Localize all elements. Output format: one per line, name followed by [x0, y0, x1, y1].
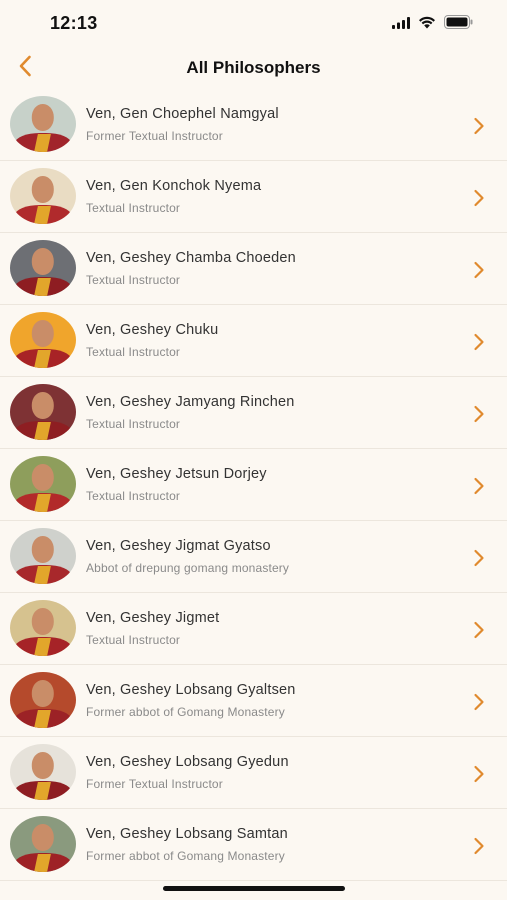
home-indicator[interactable] — [163, 886, 345, 891]
list-item[interactable]: Ven, Geshey Jigmet Textual Instructor — [0, 593, 507, 665]
avatar — [10, 312, 76, 368]
philosopher-role: Abbot of drepung gomang monastery — [86, 561, 290, 575]
philosopher-role: Former Textual Instructor — [86, 777, 223, 791]
philosopher-role: Former abbot of Gomang Monastery — [86, 849, 285, 863]
list-item[interactable]: Ven, Geshey Jamyang Rinchen Textual Instr… — [0, 377, 507, 449]
philosopher-name: Ven, Geshey Chuku — [86, 322, 219, 338]
philosopher-role: Textual Instructor — [86, 273, 181, 287]
avatar — [10, 744, 76, 800]
status-icons — [392, 15, 473, 34]
page-title: All Philosophers — [186, 58, 321, 77]
battery-icon — [444, 15, 473, 34]
avatar — [10, 528, 76, 584]
avatar — [10, 240, 76, 296]
chevron-right-icon — [473, 549, 485, 567]
navigation-bar: All Philosophers — [0, 48, 507, 88]
chevron-right-icon — [473, 261, 485, 279]
philosopher-role: Textual Instructor — [86, 489, 181, 503]
list-item[interactable]: Ven, Geshey Chamba Choeden Textual Instru… — [0, 233, 507, 305]
philosopher-name: Ven, Geshey Lobsang Samtan — [86, 826, 288, 842]
chevron-right-icon — [473, 621, 485, 639]
philosopher-role: Former Textual Instructor — [86, 129, 223, 143]
philosopher-name: Ven, Geshey Jigmet — [86, 610, 220, 626]
list-item[interactable]: Ven, Geshey Lobsang Samtan Former abbot o… — [0, 809, 507, 881]
chevron-right-icon — [473, 477, 485, 495]
list-item[interactable]: Ven, Geshey Jetsun Dorjey Textual Instruc… — [0, 449, 507, 521]
chevron-right-icon — [473, 765, 485, 783]
philosopher-name: Ven, Geshey Jigmat Gyatso — [86, 538, 271, 554]
philosopher-list: Ven, Gen Choephel Namgyal Former Textual … — [0, 89, 507, 881]
chevron-right-icon — [473, 333, 485, 351]
philosopher-role: Textual Instructor — [86, 345, 181, 359]
list-item[interactable]: Ven, Geshey Lobsang Gyedun Former Textual… — [0, 737, 507, 809]
list-item[interactable]: Ven, Geshey Lobsang Gyaltsen Former abbot… — [0, 665, 507, 737]
chevron-right-icon — [473, 189, 485, 207]
chevron-right-icon — [473, 405, 485, 423]
list-item[interactable]: Ven, Gen Choephel Namgyal Former Textual … — [0, 89, 507, 161]
philosopher-name: Ven, Geshey Jamyang Rinchen — [86, 394, 295, 410]
list-item[interactable]: Ven, Gen Konchok Nyema Textual Instructor — [0, 161, 507, 233]
philosopher-name: Ven, Geshey Lobsang Gyaltsen — [86, 682, 296, 698]
status-bar: 12:13 — [0, 0, 507, 48]
list-item[interactable]: Ven, Geshey Jigmat Gyatso Abbot of drepun… — [0, 521, 507, 593]
avatar — [10, 384, 76, 440]
philosopher-role: Textual Instructor — [86, 633, 181, 647]
philosopher-name: Ven, Gen Choephel Namgyal — [86, 106, 279, 122]
avatar — [10, 96, 76, 152]
philosopher-name: Ven, Geshey Jetsun Dorjey — [86, 466, 267, 482]
avatar — [10, 672, 76, 728]
signal-icon — [392, 16, 410, 34]
philosopher-role: Former abbot of Gomang Monastery — [86, 705, 285, 719]
philosopher-name: Ven, Geshey Lobsang Gyedun — [86, 754, 289, 770]
list-item[interactable]: Ven, Geshey Chuku Textual Instructor — [0, 305, 507, 377]
philosopher-role: Textual Instructor — [86, 417, 181, 431]
avatar — [10, 600, 76, 656]
avatar — [10, 816, 76, 872]
avatar — [10, 456, 76, 512]
chevron-right-icon — [473, 117, 485, 135]
wifi-icon — [418, 16, 436, 34]
philosopher-name: Ven, Gen Konchok Nyema — [86, 178, 262, 194]
avatar — [10, 168, 76, 224]
philosopher-role: Textual Instructor — [86, 201, 181, 215]
chevron-right-icon — [473, 837, 485, 855]
philosopher-name: Ven, Geshey Chamba Choeden — [86, 250, 296, 266]
status-time: 12:13 — [50, 13, 98, 33]
chevron-right-icon — [473, 693, 485, 711]
